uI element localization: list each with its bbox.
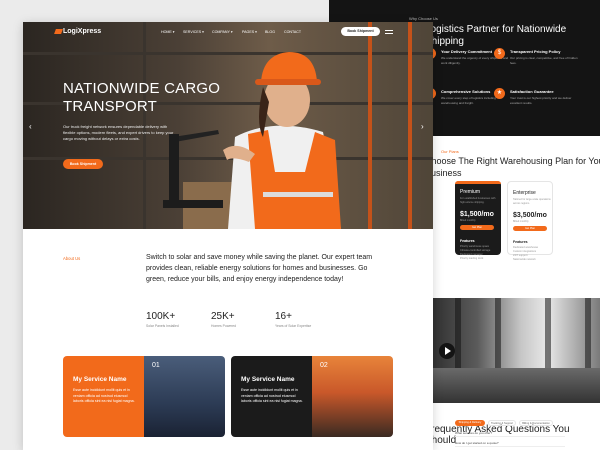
plan-feature-list: Priority warehouse space Climate-control… [460,245,490,261]
service-card[interactable]: 02 My Service Name Esse aute incididunt … [231,356,393,437]
pallet-jack-shaft [169,134,179,204]
get-plan-button[interactable]: Get Plan [513,226,547,231]
about-tag: About Us [63,256,81,261]
main-page-preview: LogiXpress HOME ▾ SERVICES ▾ COMPANY ▾ P… [23,22,433,450]
service-number: 01 [152,362,160,369]
stat-label: Years of Solar Expertise [275,324,312,328]
plan-unit: Billed monthly [513,220,529,223]
plan-price: $3,500/mo [513,212,547,219]
nav-blog[interactable]: BLOG [265,30,275,34]
feature-title: Your Delivery Commitment [441,49,493,54]
tag-icon: $ [494,48,505,59]
service-card[interactable]: 01 My Service Name Esse aute incididunt … [63,356,225,437]
hamburger-icon[interactable] [385,30,393,34]
get-plan-button[interactable]: Get Plan [460,225,494,230]
stat-label: Homes Powered [211,324,237,328]
pricing-title: Choose The Right Warehousing Plan for Yo… [425,156,600,178]
faq-tab-tracking[interactable]: Tracking & Support [488,420,516,426]
plan-price: $1,500/mo [460,211,494,218]
pallet-jack-base [163,200,223,208]
plan-feature-list: Dedicated warehouse Custom integrations … [513,246,538,262]
chevron-right-icon[interactable]: › [421,122,424,131]
mockup-stage: Why Choose Us Logistics Partner for Nati… [0,0,600,450]
logo[interactable]: LogiXpress [63,28,101,35]
faq-tab-shipping[interactable]: Shipping & Delivery [455,420,485,426]
feature-title: Satisfaction Guarantee [510,89,554,94]
faq-question[interactable]: What services do you offer? [455,430,565,437]
stat-label: Solar Panels Installed [146,324,179,328]
warehouse-video[interactable] [425,298,600,403]
pricing-tag: Our Plans [441,149,459,154]
nav-pages[interactable]: PAGES ▾ [242,30,257,34]
faq-tab-billing[interactable]: Billing & Documentation [519,420,553,426]
thumb-icon: ★ [494,88,505,99]
stat-value: 100K+ [146,311,176,322]
hero-section: LogiXpress HOME ▾ SERVICES ▾ COMPANY ▾ P… [23,22,433,229]
plan-feature: Priority loading dock [460,257,484,260]
service-description: Esse aute incididunt mollit quis et in v… [73,388,135,403]
service-number: 02 [320,362,328,369]
why-title: Logistics Partner for Nationwide Shippin… [425,24,567,47]
plan-accent-bar [455,181,501,184]
vest-stripe [263,192,333,197]
video-floor [425,368,600,403]
play-icon[interactable] [439,343,455,359]
chevron-left-icon[interactable]: ‹ [29,122,32,131]
feature-title: Transparent Pricing Policy [510,49,561,54]
hard-hat-brim [255,79,321,85]
book-shipment-nav-button[interactable]: Book Shipment [341,27,380,36]
book-shipment-button[interactable]: Book Shipment [63,159,103,169]
feature-description: Our pricing is clear, competitive, and f… [510,56,578,65]
hero-description: Our truck freight network ensures depend… [63,124,174,141]
stat-panels: 100K+ Solar Panels Installed [146,311,179,328]
plan-name: Premium [460,189,481,195]
stat-years: 16+ Years of Solar Expertise [275,311,311,328]
service-description: Esse aute incididunt mollit quis et in v… [241,388,303,403]
stat-value: 25K+ [211,311,235,322]
nav-services[interactable]: SERVICES ▾ [183,30,204,34]
service-title: My Service Name [73,376,127,383]
feature-title: Comprehensive Solutions [441,89,491,94]
plan-unit: Billed monthly [460,219,476,222]
plan-features-label: Features [460,239,475,243]
stat-value: 16+ [275,311,292,322]
plan-name: Enterprise [513,190,536,196]
feature-description: Your trust is our highest priority and w… [510,96,572,105]
plan-card-premium: Premium For established businesses with … [455,181,501,260]
about-text: Switch to solar and save money while sav… [146,254,373,283]
why-eyebrow: Why Choose Us [409,16,438,21]
hard-hat [261,52,317,82]
service-title: My Service Name [241,376,295,383]
hero-title: NATIONWIDE CARGO TRANSPORT [63,80,221,115]
stat-homes: 25K+ Homes Powered [211,311,236,328]
port-sunset-photo: 02 [312,356,393,437]
faq-question[interactable]: How do I get started on a quote? [455,440,565,447]
nav-home[interactable]: HOME ▾ [161,30,175,34]
plan-feature: Nationwide network [513,258,536,261]
pallet-jack-handle [173,130,219,142]
container-yard-photo: 01 [144,356,225,437]
nav-contact[interactable]: CONTACT [284,30,301,34]
plan-description: For established businesses with high-vol… [460,197,496,204]
plan-features-label: Features [513,240,528,244]
plan-card-enterprise: Enterprise Tailored for large-scale oper… [507,181,553,261]
plan-description: Tailored for large-scale operations acro… [513,198,551,205]
nav-company[interactable]: COMPANY ▾ [212,30,233,34]
